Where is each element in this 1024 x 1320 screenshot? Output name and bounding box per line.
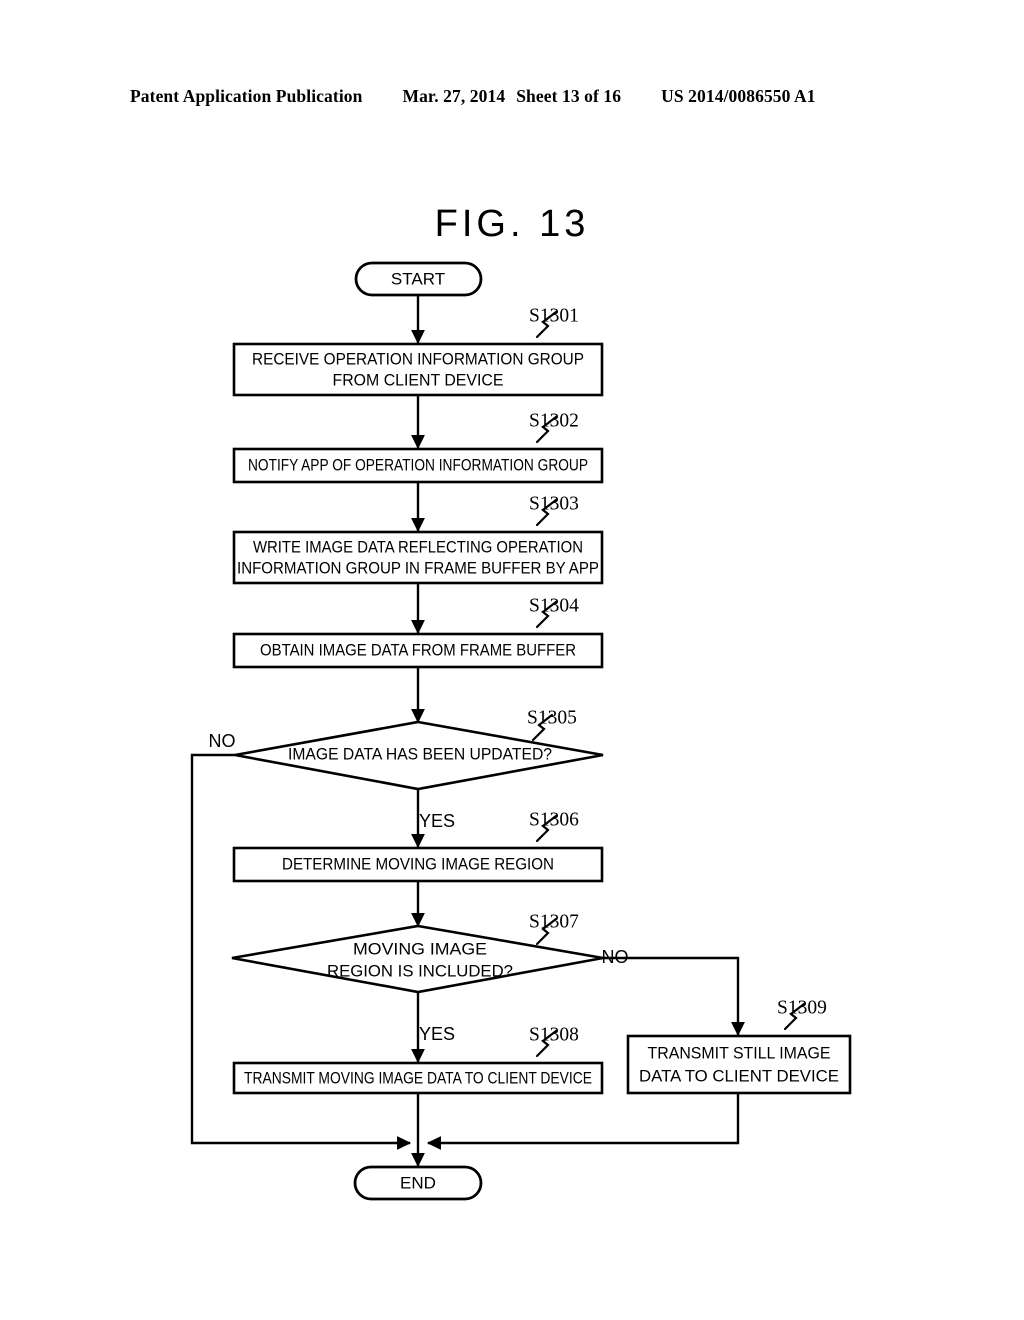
node-end: END [353,1165,483,1201]
s1305-line-1: IMAGE DATA HAS BEEN UPDATED? [288,744,552,763]
s1304-step-label: S1304 [529,595,579,616]
s1309-line-2: DATA TO CLIENT DEVICE [639,1066,839,1085]
s1307-step-label: S1307 [529,911,579,932]
s1307-line-2: REGION IS INCLUDED? [327,961,513,980]
s1307-line-1: MOVING IMAGE [353,939,487,958]
s1302-line-1: NOTIFY APP OF OPERATION INFORMATION GROU… [248,455,588,474]
s1303-step-label: S1303 [529,493,579,514]
s1305-branch-no-label: NO [209,731,236,751]
s1302-step-label: S1302 [529,410,579,431]
s1301-step-label: S1301 [529,305,579,326]
s1308-line-1: TRANSMIT MOVING IMAGE DATA TO CLIENT DEV… [244,1068,592,1087]
s1307-branch-no-label: NO [602,947,629,967]
s1305-branch-yes-label: YES [419,811,455,831]
s1306-step-label: S1306 [529,809,579,830]
s1305-step-label: S1305 [527,707,577,728]
node-start: START [354,261,483,297]
connector-s1309-to-merge [426,1093,740,1150]
s1309-step-label: S1309 [777,997,827,1018]
s1307-shape [231,924,604,994]
connector-s1307-no-to-s1309 [603,956,745,1037]
patent-page: Patent Application Publication Mar. 27, … [0,0,1024,1320]
s1308-step-label: S1308 [529,1024,579,1045]
s1307-branch-yes-label: YES [419,1024,455,1044]
s1301-line-1: RECEIVE OPERATION INFORMATION GROUP [252,349,584,368]
start-label: START [391,269,445,288]
s1301-line-2: FROM CLIENT DEVICE [333,370,504,389]
s1309-line-1: TRANSMIT STILL IMAGE [648,1043,831,1062]
s1306-line-1: DETERMINE MOVING IMAGE REGION [282,854,554,873]
s1304-line-1: OBTAIN IMAGE DATA FROM FRAME BUFFER [260,640,576,659]
s1303-line-1: WRITE IMAGE DATA REFLECTING OPERATION [253,537,583,556]
s1303-line-2: INFORMATION GROUP IN FRAME BUFFER BY APP [237,558,599,577]
end-label: END [400,1173,436,1192]
flowchart-diagram: START RECEIVE OPERATION INFORMATION GROU… [190,261,852,1201]
